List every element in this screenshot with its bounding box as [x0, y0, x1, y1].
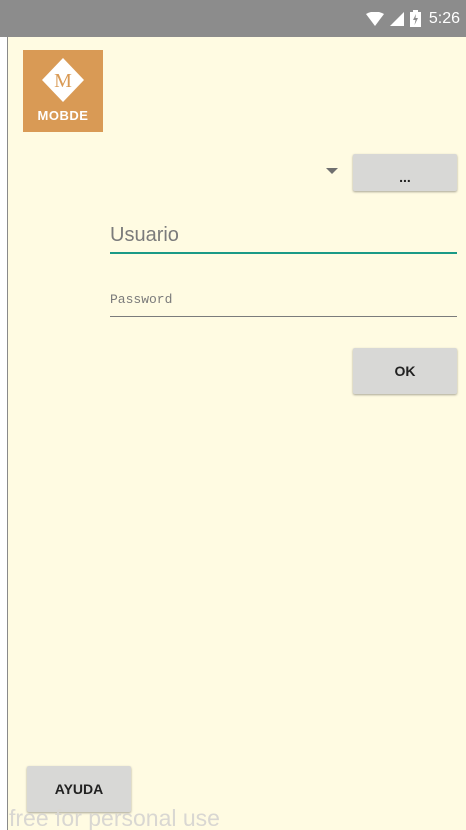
spinner-dropdown-arrow-icon[interactable] — [326, 168, 338, 174]
logo-name: MOBDE — [37, 108, 89, 123]
battery-charging-icon — [409, 10, 421, 27]
status-bar: 5:26 — [0, 0, 466, 37]
watermark-text: free for personal use — [9, 805, 220, 830]
more-button[interactable]: ... — [353, 154, 457, 191]
status-time: 5:26 — [428, 9, 460, 27]
signal-icon — [389, 11, 404, 26]
app-logo: M MOBDE — [23, 50, 103, 132]
password-input[interactable]: Password — [110, 289, 457, 317]
window-edge — [0, 0, 8, 830]
wifi-icon — [365, 11, 384, 26]
login-screen: 5:26 M MOBDE ... Usuario Password OK AYU… — [0, 0, 466, 830]
logo-letter: M — [54, 70, 72, 92]
status-icons: 5:26 — [365, 0, 460, 37]
ok-button[interactable]: OK — [353, 348, 457, 394]
username-input[interactable]: Usuario — [110, 218, 457, 254]
